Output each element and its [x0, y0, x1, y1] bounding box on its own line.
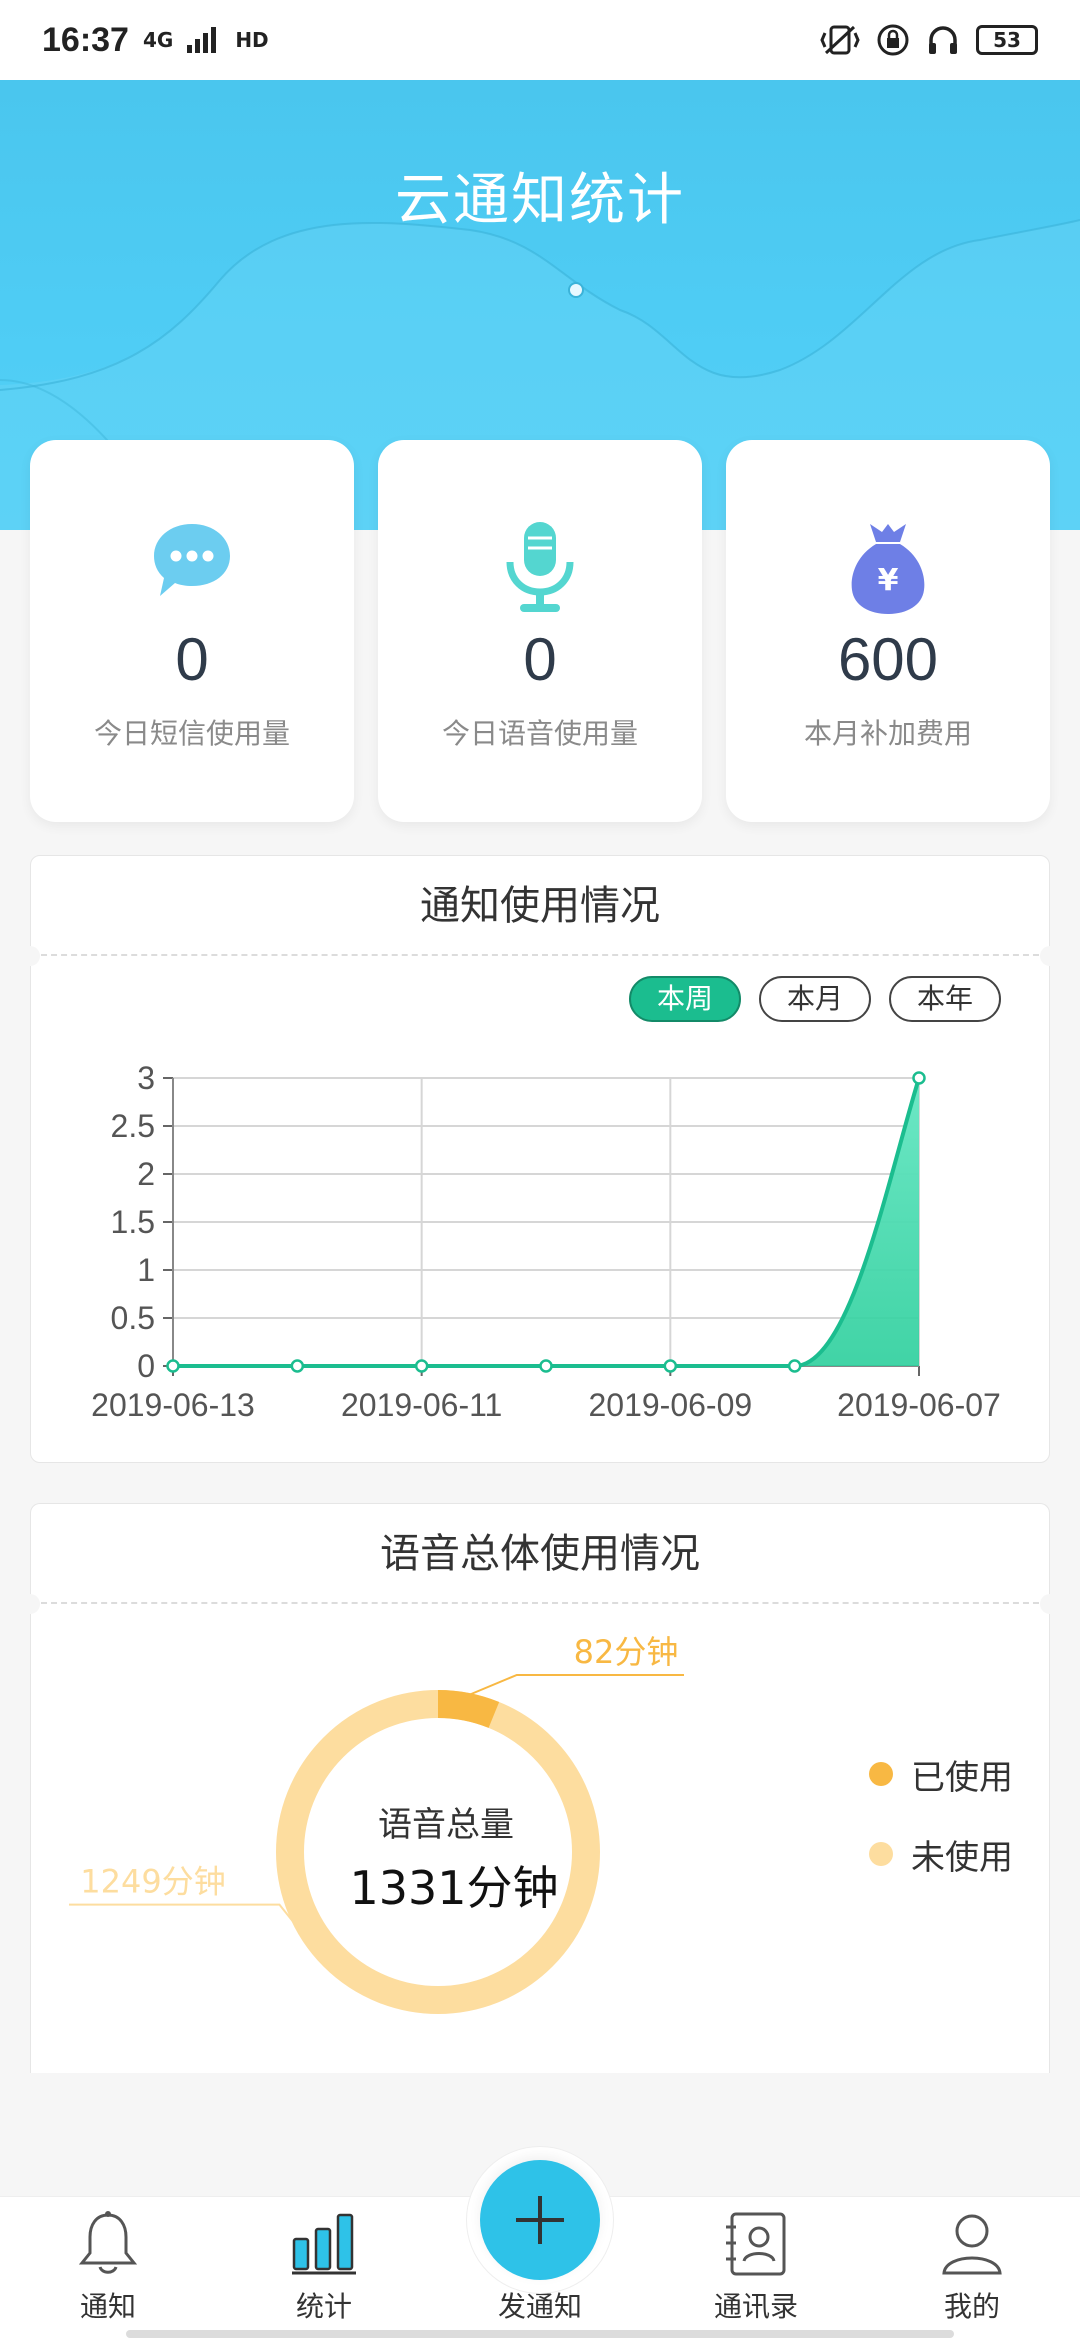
legend-used-dot: [869, 1762, 893, 1786]
user-icon: [942, 2214, 1002, 2275]
data-point: [787, 1359, 802, 1373]
hd-badge: HD: [235, 28, 269, 52]
notice-usage-chart: 0 0.5 1 1.5 2 2.5 3 2019-06-13 2019-06-11 2019-06…: [91, 1060, 1001, 1423]
fee-amount: 600: [837, 626, 939, 693]
data-point: [912, 1071, 926, 1085]
nav-label-stats: 统计: [295, 2290, 352, 2323]
legend-used-label: 已使用: [911, 1757, 1013, 1798]
fee-label: 本月补加费用: [803, 717, 972, 750]
data-point: [414, 1359, 429, 1373]
status-time: 16:37: [42, 20, 129, 59]
data-point: [166, 1359, 180, 1373]
bell-icon: [78, 2211, 138, 2274]
y-tick-label: 1.5: [111, 1204, 155, 1240]
y-tick-label: 2.5: [111, 1108, 155, 1144]
money-bag-icon: ¥: [846, 520, 930, 620]
bar-chart-icon: [292, 2213, 356, 2275]
donut-legend: 已使用 未使用: [869, 1734, 1013, 1894]
microphone-icon: [498, 520, 582, 620]
battery-indicator: 53: [976, 25, 1038, 55]
nav-label-contacts: 通讯录: [713, 2290, 798, 2323]
nav-label-me: 我的: [943, 2290, 1000, 2323]
leader-line-used: [468, 1673, 684, 1696]
vibrate-icon: [820, 25, 860, 55]
sms-bubble-icon: [150, 520, 234, 604]
y-tick-label: 1: [137, 1252, 155, 1288]
send-notice-button[interactable]: [480, 2160, 600, 2280]
center-label: 语音总量: [378, 1805, 514, 1845]
legend-used: 已使用: [869, 1734, 1013, 1814]
status-right: 53: [820, 23, 1038, 57]
nav-item-me[interactable]: 我的: [882, 2211, 1062, 2325]
notice-usage-panel: 通知使用情况 本周 本月 本年 0 0.5 1 1.5 2 2.5 3 2019-06-13 2…: [20, 855, 1060, 1463]
home-indicator: [126, 2330, 954, 2338]
stat-card-sms: 0 今日短信使用量: [30, 440, 354, 822]
voice-label: 今日语音使用量: [441, 717, 638, 750]
voice-usage-panel: 语音总体使用情况 82分钟 1249分钟 语音总量 1331分钟 已使用 未使用: [20, 1503, 1060, 2073]
data-point: [290, 1359, 305, 1373]
network-type: 4G: [142, 28, 174, 52]
data-point: [539, 1359, 553, 1373]
y-tick-label: 2: [137, 1156, 155, 1192]
donut-slice-unused: [276, 1690, 600, 2014]
nav-item-notice[interactable]: 通知: [18, 2211, 198, 2325]
y-tick-label: 0: [137, 1348, 155, 1384]
stat-card-voice: 0 今日语音使用量: [378, 440, 702, 822]
status-bar: 16:37 4G HD 53: [0, 0, 1080, 80]
signal-icon: [187, 27, 217, 53]
leader-line-unused: [69, 1903, 297, 1926]
sms-label: 今日短信使用量: [93, 717, 290, 750]
nav-label-notice: 通知: [79, 2290, 136, 2323]
data-point: [663, 1359, 678, 1373]
x-tick-label: 2019-06-13: [91, 1387, 255, 1423]
legend-unused-dot: [869, 1842, 893, 1866]
x-tick-label: 2019-06-09: [588, 1387, 752, 1423]
donut-slice-used: [437, 1690, 500, 1729]
legend-unused: 未使用: [869, 1814, 1013, 1894]
nav-item-contacts[interactable]: 通讯录: [666, 2211, 846, 2325]
headphones-icon: [929, 26, 957, 54]
page-title: 云通知统计: [395, 168, 685, 233]
label-unused: 1249分钟: [80, 1863, 225, 1901]
sms-count: 0: [175, 626, 209, 693]
x-tick-label: 2019-06-11: [341, 1387, 502, 1423]
center-value: 1331分钟: [349, 1861, 558, 1915]
status-left: 16:37 4G HD: [42, 21, 269, 60]
svg-text:¥: ¥: [878, 563, 899, 598]
y-tick-label: 3: [137, 1060, 155, 1096]
x-tick-label: 2019-06-07: [837, 1387, 1001, 1423]
stat-card-fee: ¥ 600 本月补加费用: [726, 440, 1050, 822]
y-tick-label: 0.5: [111, 1300, 155, 1336]
lock-rotation-icon: [877, 24, 909, 56]
label-used: 82分钟: [574, 1633, 679, 1671]
legend-unused-label: 未使用: [911, 1837, 1013, 1878]
plus-icon: [516, 2196, 564, 2244]
contacts-icon: [726, 2212, 786, 2276]
voice-count: 0: [523, 626, 557, 693]
nav-item-stats[interactable]: 统计: [234, 2211, 414, 2325]
